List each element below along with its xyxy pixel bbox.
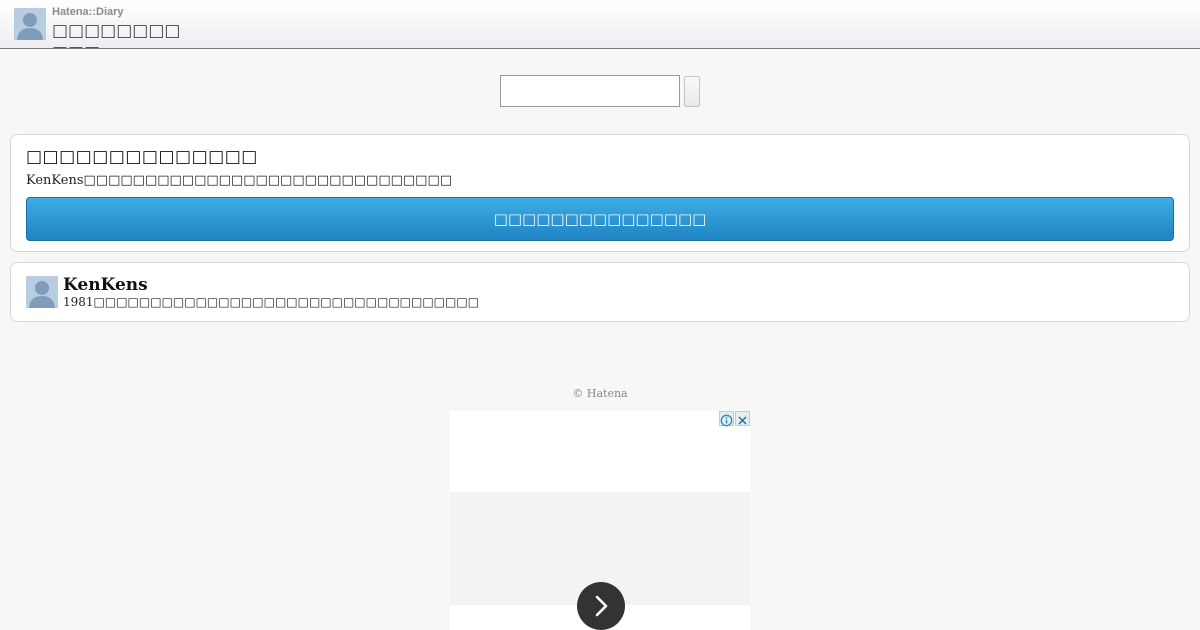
brand-logo[interactable]: Hatena::Diary [52, 6, 124, 18]
profile-avatar-icon[interactable] [26, 276, 58, 308]
close-icon[interactable] [735, 411, 750, 426]
footer-copyright: © Hatena [572, 387, 628, 400]
chevron-right-icon[interactable] [577, 582, 625, 630]
follow-heading: □□□□□□□□□□□□□□ [26, 147, 258, 167]
follow-description: KenKens□□□□□□□□□□□□□□□□□□□□□□□□□□□□□□ [26, 173, 453, 188]
profile-bio: 1981□□□□□□□□□□□□□□□□□□□□□□□□□□□□□□□□□□ [63, 295, 480, 309]
search-button[interactable] [684, 76, 700, 107]
info-icon[interactable] [719, 411, 734, 427]
avatar-icon[interactable] [14, 8, 46, 40]
profile-card: KenKens 1981□□□□□□□□□□□□□□□□□□□□□□□□□□□□… [10, 262, 1190, 322]
site-header: Hatena::Diary □□□□□□□□ □□□ [0, 0, 1200, 49]
follow-button[interactable]: □□□□□□□□□□□□□□□ [26, 197, 1174, 241]
search-input[interactable] [500, 75, 680, 107]
page-title[interactable]: □□□□□□□□ □□□ [52, 20, 181, 48]
profile-name[interactable]: KenKens [63, 275, 148, 295]
follow-card: □□□□□□□□□□□□□□ KenKens□□□□□□□□□□□□□□□□□□… [10, 134, 1190, 252]
ad-banner[interactable] [450, 411, 750, 630]
